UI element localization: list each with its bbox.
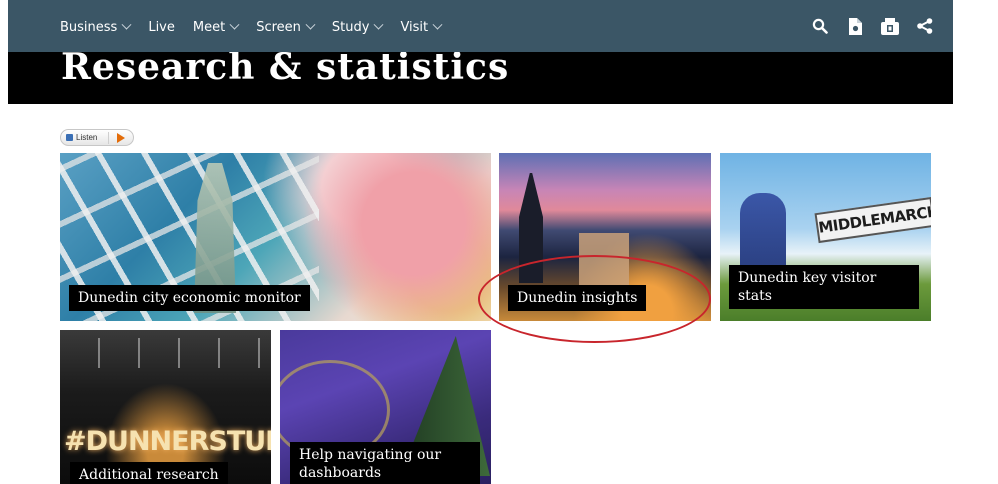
sign-image: MIDDLEMARCH bbox=[814, 196, 931, 244]
page-title-bar: Research & statistics bbox=[8, 52, 953, 104]
tile-label: Additional research bbox=[70, 462, 228, 484]
tile-image bbox=[579, 233, 629, 293]
nav-item-screen[interactable]: Screen bbox=[256, 19, 316, 35]
tile-economic-monitor[interactable]: Dunedin city economic monitor bbox=[60, 153, 491, 321]
search-icon[interactable] bbox=[811, 16, 829, 36]
page-title: Research & statistics bbox=[61, 52, 510, 88]
tile-help-dashboards[interactable]: Help navigating our dashboards bbox=[280, 330, 491, 484]
tile-label: Dunedin key visitor stats bbox=[729, 265, 919, 309]
nav-item-business[interactable]: Business bbox=[60, 19, 132, 35]
nav-utility-icons bbox=[811, 16, 951, 36]
tile-label: Dunedin city economic monitor bbox=[69, 285, 310, 311]
nav-item-label: Live bbox=[148, 20, 175, 35]
tile-label: Dunedin insights bbox=[508, 285, 647, 311]
tile-image bbox=[60, 338, 271, 368]
nav-item-label: Meet bbox=[192, 20, 226, 35]
tile-key-visitor-stats[interactable]: MIDDLEMARCH Dunedin key visitor stats bbox=[720, 153, 931, 321]
listen-label: Listen bbox=[76, 133, 98, 142]
nav-item-study[interactable]: Study bbox=[331, 19, 384, 35]
cyclist-image bbox=[740, 193, 786, 273]
chevron-down-icon bbox=[373, 19, 384, 30]
nav-item-meet[interactable]: Meet bbox=[192, 19, 240, 35]
share-icon[interactable] bbox=[916, 16, 934, 36]
nav-menu: Business Live Meet Screen Study Visit bbox=[60, 19, 459, 35]
nav-item-label: Screen bbox=[256, 20, 301, 35]
neon-sign-image: #DUNNERSTUNNE bbox=[64, 426, 271, 457]
print-icon[interactable] bbox=[881, 16, 899, 36]
chevron-down-icon bbox=[229, 19, 240, 30]
tile-additional-research[interactable]: #DUNNERSTUNNE Additional research bbox=[60, 330, 271, 484]
document-icon[interactable] bbox=[846, 16, 864, 36]
chevron-down-icon bbox=[121, 19, 132, 30]
tile-image bbox=[519, 173, 543, 283]
nav-item-label: Business bbox=[60, 20, 118, 35]
nav-item-label: Study bbox=[331, 20, 370, 35]
top-nav-bar: Business Live Meet Screen Study Visit bbox=[8, 0, 953, 52]
chevron-down-icon bbox=[305, 19, 316, 30]
speaker-icon bbox=[66, 134, 73, 141]
tile-dunedin-insights[interactable]: Dunedin insights bbox=[499, 153, 711, 321]
listen-button[interactable]: Listen bbox=[60, 129, 134, 146]
chevron-down-icon bbox=[432, 19, 443, 30]
play-icon bbox=[117, 133, 125, 143]
nav-item-visit[interactable]: Visit bbox=[400, 19, 443, 35]
divider bbox=[108, 132, 109, 144]
nav-item-live[interactable]: Live bbox=[148, 20, 175, 35]
nav-item-label: Visit bbox=[400, 20, 429, 35]
tile-label: Help navigating our dashboards bbox=[290, 442, 480, 484]
